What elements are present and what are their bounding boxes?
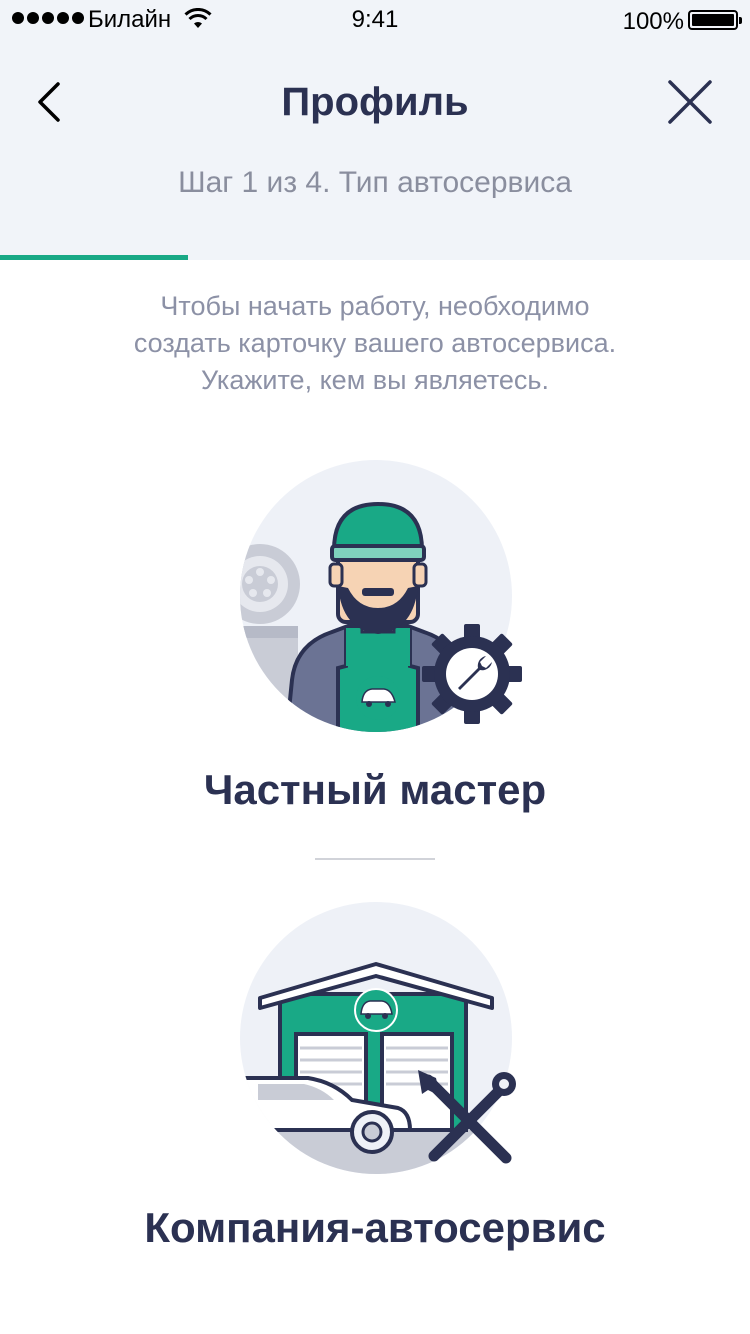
garage-icon [240,902,516,1174]
close-button[interactable] [660,72,720,132]
intro-line: создать карточку вашего автосервиса. [133,328,617,358]
option-private-master[interactable]: Частный мастер [0,460,750,840]
progress-fill [0,255,188,260]
battery-percent: 100% [622,8,684,35]
mechanic-icon [240,460,522,732]
page-title: Профиль [281,80,469,124]
intro-text: Чтобы начать работу, необходимо создать … [60,288,690,399]
step-subtitle: Шаг 1 из 4. Тип автосервиса [178,166,572,199]
option-label: Частный мастер [203,766,547,813]
option-company[interactable]: Компания-автосервис [0,900,750,1260]
option-label: Компания-автосервис [144,1204,606,1251]
intro-line: Укажите, кем вы являетесь. [200,365,550,395]
close-icon [668,80,712,124]
status-bar: Билайн 9:41 100% [0,0,750,40]
battery-icon [688,10,742,30]
divider [315,858,435,860]
intro-line: Чтобы начать работу, необходимо [160,291,590,321]
progress-bar [0,255,750,260]
